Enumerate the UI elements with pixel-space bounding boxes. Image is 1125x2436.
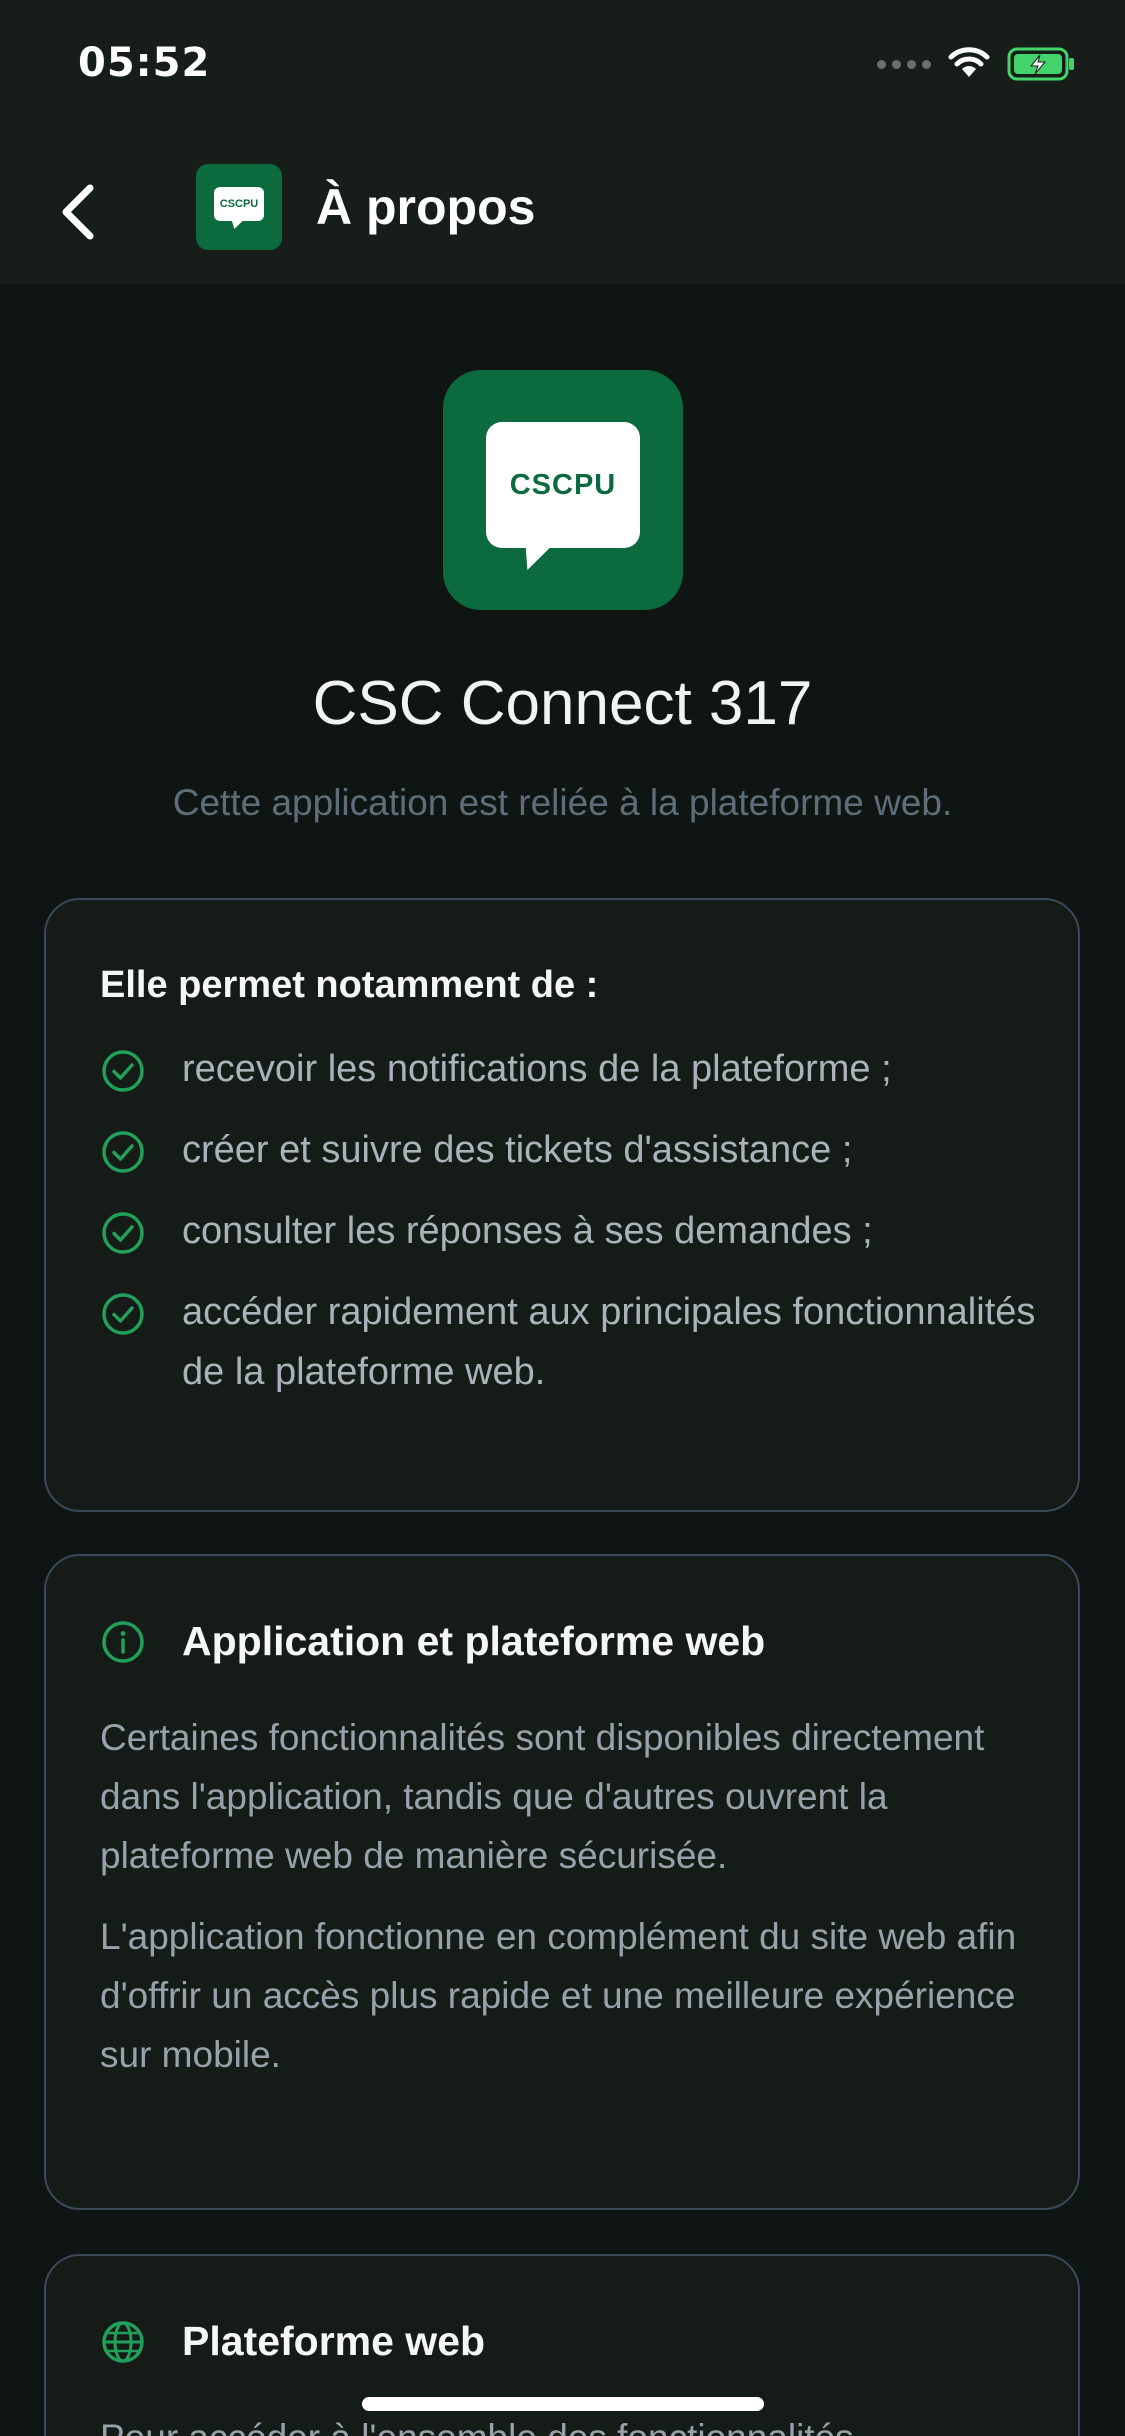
info-paragraph: Certaines fonctionnalités sont disponibl… — [100, 1717, 985, 1876]
battery-charging-icon — [1007, 47, 1074, 81]
check-circle-icon — [102, 1212, 144, 1254]
web-card-header: Plateforme web — [100, 2318, 485, 2365]
chevron-left-icon — [62, 184, 94, 240]
feature-text: accéder rapidement aux principales fonct… — [182, 1291, 1036, 1393]
web-card-title: Plateforme web — [182, 2318, 486, 2364]
features-heading: Elle permet notamment de : — [100, 964, 599, 1006]
navigation-bar: CSCPU À propos — [0, 140, 1125, 284]
feature-item: consulter les réponses à ses demandes ; — [100, 1208, 1060, 1261]
check-circle-icon — [102, 1050, 144, 1092]
about-screen: 05:52 CSCPU À propos CSCPU CSC Connect 3… — [0, 0, 1125, 2436]
app-logo: CSCPU — [443, 370, 683, 610]
status-bar: 05:52 — [0, 0, 1125, 140]
info-card-header: Application et plateforme web — [100, 1618, 765, 1665]
globe-icon — [102, 2320, 144, 2363]
feature-text: consulter les réponses à ses demandes ; — [182, 1210, 873, 1252]
nav-app-logo: CSCPU — [196, 164, 282, 250]
info-card: Application et plateforme web Certaines … — [44, 1554, 1080, 2210]
home-indicator[interactable] — [362, 2397, 764, 2411]
info-circle-icon — [102, 1620, 144, 1663]
feature-text: créer et suivre des tickets d'assistance… — [182, 1129, 853, 1171]
feature-item: accéder rapidement aux principales fonct… — [100, 1289, 1060, 1402]
status-icons — [877, 46, 1077, 82]
check-circle-icon — [102, 1131, 144, 1173]
nav-logo-text: CSCPU — [214, 187, 264, 221]
app-name: CSC Connect 317 — [312, 669, 813, 738]
app-logo-text: CSCPU — [486, 422, 640, 548]
features-card: Elle permet notamment de : recevoir les … — [44, 898, 1080, 1512]
web-card-body: Pour accéder à l'ensemble des fonctionna… — [100, 2408, 1040, 2436]
page-title: À propos — [316, 179, 536, 235]
back-button[interactable] — [46, 172, 110, 252]
check-circle-icon — [102, 1293, 144, 1335]
app-tagline: Cette application est reliée à la platef… — [172, 782, 953, 823]
feature-item: recevoir les notifications de la platefo… — [100, 1046, 1060, 1099]
info-card-body: Certaines fonctionnalités sont disponibl… — [100, 1708, 1040, 2106]
info-card-title: Application et plateforme web — [182, 1618, 766, 1664]
feature-list: recevoir les notifications de la platefo… — [100, 1046, 1060, 1430]
status-time: 05:52 — [78, 40, 211, 86]
cellular-signal-icon — [877, 59, 931, 69]
info-paragraph: L'application fonctionne en complément d… — [100, 1916, 1017, 2075]
feature-item: créer et suivre des tickets d'assistance… — [100, 1127, 1060, 1180]
wifi-icon — [948, 47, 990, 77]
feature-text: recevoir les notifications de la platefo… — [182, 1048, 892, 1090]
